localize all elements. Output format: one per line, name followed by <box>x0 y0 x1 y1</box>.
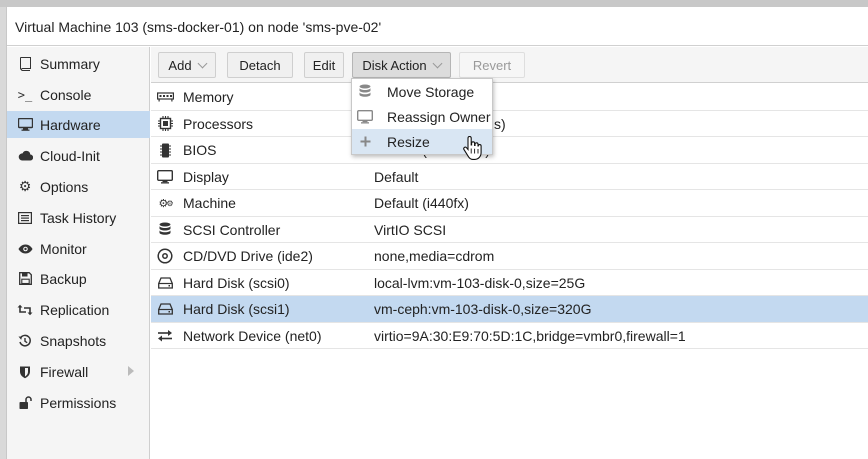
sidebar-item-snapshots[interactable]: Snapshots <box>7 327 150 354</box>
list-icon <box>16 210 34 226</box>
submenu-arrow-icon[interactable] <box>128 366 134 376</box>
sidebar-item-monitor[interactable]: Monitor <box>7 235 150 262</box>
row-value: virtio=9A:30:E9:70:5D:1C,bridge=vmbr0,fi… <box>374 327 686 344</box>
row-name: Processors <box>183 115 254 132</box>
floppy-icon <box>16 271 34 287</box>
table-row[interactable]: Display Default <box>151 164 868 190</box>
table-row[interactable]: Network Device (net0) virtio=9A:30:E9:70… <box>151 323 868 349</box>
terminal-icon: >_ <box>17 87 33 102</box>
sidebar-item-label: Console <box>40 86 92 103</box>
menu-item-move-storage[interactable]: Move Storage <box>352 79 492 104</box>
row-value: local-lvm:vm-103-disk-0,size=25G <box>374 274 586 291</box>
desktop-icon <box>356 109 374 124</box>
sidebar-item-summary[interactable]: Summary <box>7 50 150 77</box>
row-name: Hard Disk (scsi1) <box>183 301 290 317</box>
menu-item-label: Reassign Owner <box>387 108 491 125</box>
exchange-icon <box>156 328 174 344</box>
sidebar-item-backup[interactable]: Backup <box>7 265 150 292</box>
row-name: Machine <box>183 195 236 211</box>
sidebar-item-options[interactable]: ⚙ Options <box>7 173 150 200</box>
row-value: none,media=cdrom <box>374 248 495 264</box>
sidebar-item-label: Cloud-Init <box>40 147 100 164</box>
table-row[interactable]: Hard Disk (scsi1) vm-ceph:vm-103-disk-0,… <box>151 296 868 323</box>
table-row[interactable]: Memory <box>151 84 868 111</box>
top-frame-strip <box>0 0 868 7</box>
retweet-icon <box>16 302 34 318</box>
chip-icon <box>156 142 174 158</box>
panel-title: Virtual Machine 103 (sms-docker-01) on n… <box>7 7 868 46</box>
menu-item-label: Resize <box>387 133 430 150</box>
row-name: CD/DVD Drive (ide2) <box>183 248 313 264</box>
sidebar-item-label: Monitor <box>40 240 87 257</box>
database-icon <box>156 222 174 238</box>
menu-item-reassign-owner[interactable]: Reassign Owner <box>352 104 492 129</box>
row-name: Display <box>183 168 229 185</box>
table-row[interactable]: CD/DVD Drive (ide2) none,media=cdrom <box>151 243 868 270</box>
row-value: s) <box>494 115 506 132</box>
table-row[interactable]: BIOS Default (SeaBIOS) <box>151 137 868 164</box>
disk-action-menu: Move Storage Reassign Owner Resize <box>351 78 493 155</box>
sidebar-item-label: Options <box>40 178 89 195</box>
disk-action-button[interactable]: Disk Action <box>352 52 451 78</box>
sidebar-item-permissions[interactable]: Permissions <box>7 389 150 416</box>
chevron-down-icon <box>432 58 443 68</box>
table-row[interactable]: ⚙ ⚙ Machine Default (i440fx) <box>151 190 868 217</box>
row-name: Memory <box>183 89 234 105</box>
menu-item-resize[interactable]: Resize <box>352 129 492 154</box>
row-name: Network Device (net0) <box>183 327 322 344</box>
cloud-icon <box>16 148 34 164</box>
row-name: BIOS <box>183 142 217 158</box>
table-row[interactable]: SCSI Controller VirtIO SCSI <box>151 217 868 243</box>
sidebar-item-label: Backup <box>40 270 87 287</box>
cdrom-icon <box>156 248 174 264</box>
eye-icon <box>16 241 34 257</box>
vm-sidebar: Summary >_ Console Hardware Cloud-Init ⚙… <box>7 47 150 459</box>
history-icon <box>16 333 34 349</box>
plus-icon <box>356 136 374 147</box>
memory-icon <box>156 89 174 105</box>
gear-icon: ⚙ <box>18 178 32 195</box>
sidebar-item-label: Hardware <box>40 116 101 133</box>
hardware-toolbar: Add Detach Edit Disk Action Revert <box>151 47 868 83</box>
desktop-icon <box>16 117 34 133</box>
row-name: Hard Disk (scsi0) <box>183 274 290 291</box>
vm-panel: Virtual Machine 103 (sms-docker-01) on n… <box>6 7 868 459</box>
sidebar-item-label: Replication <box>40 301 110 318</box>
hdd-icon <box>156 275 174 291</box>
hdd-icon <box>156 301 174 317</box>
sidebar-item-hardware[interactable]: Hardware <box>7 111 150 138</box>
sidebar-item-label: Task History <box>40 209 117 226</box>
hardware-grid: Memory Processors s) BIOS Default (SeaBI… <box>151 84 868 349</box>
edit-button[interactable]: Edit <box>304 52 344 78</box>
book-icon <box>16 56 34 72</box>
add-button[interactable]: Add <box>158 52 216 78</box>
sidebar-item-console[interactable]: >_ Console <box>7 81 150 108</box>
sidebar-item-replication[interactable]: Replication <box>7 296 150 323</box>
sidebar-item-label: Snapshots <box>40 332 107 349</box>
sidebar-item-firewall[interactable]: Firewall <box>7 358 150 385</box>
desktop-icon <box>156 169 174 185</box>
hardware-panel: Add Detach Edit Disk Action Revert Memor… <box>151 47 868 459</box>
sidebar-item-cloud-init[interactable]: Cloud-Init <box>7 142 150 169</box>
shield-icon <box>16 364 34 380</box>
row-value: Default <box>374 168 419 185</box>
cpu-icon <box>156 116 174 132</box>
menu-item-label: Move Storage <box>387 83 475 100</box>
table-row[interactable]: Processors s) <box>151 111 868 137</box>
revert-button[interactable]: Revert <box>459 52 525 78</box>
database-icon <box>356 84 374 99</box>
row-value: VirtIO SCSI <box>374 221 447 238</box>
sidebar-item-label: Firewall <box>40 363 89 380</box>
row-value: vm-ceph:vm-103-disk-0,size=320G <box>374 301 592 317</box>
sidebar-item-task-history[interactable]: Task History <box>7 204 150 231</box>
sidebar-item-label: Summary <box>40 55 100 72</box>
unlock-icon <box>16 395 34 411</box>
table-row[interactable]: Hard Disk (scsi0) local-lvm:vm-103-disk-… <box>151 270 868 296</box>
detach-button[interactable]: Detach <box>227 52 293 78</box>
row-name: SCSI Controller <box>183 221 281 238</box>
chevron-down-icon <box>197 58 208 68</box>
row-value: Default (i440fx) <box>374 195 469 211</box>
sidebar-item-label: Permissions <box>40 394 117 411</box>
cogs-icon: ⚙ ⚙ <box>158 196 173 210</box>
